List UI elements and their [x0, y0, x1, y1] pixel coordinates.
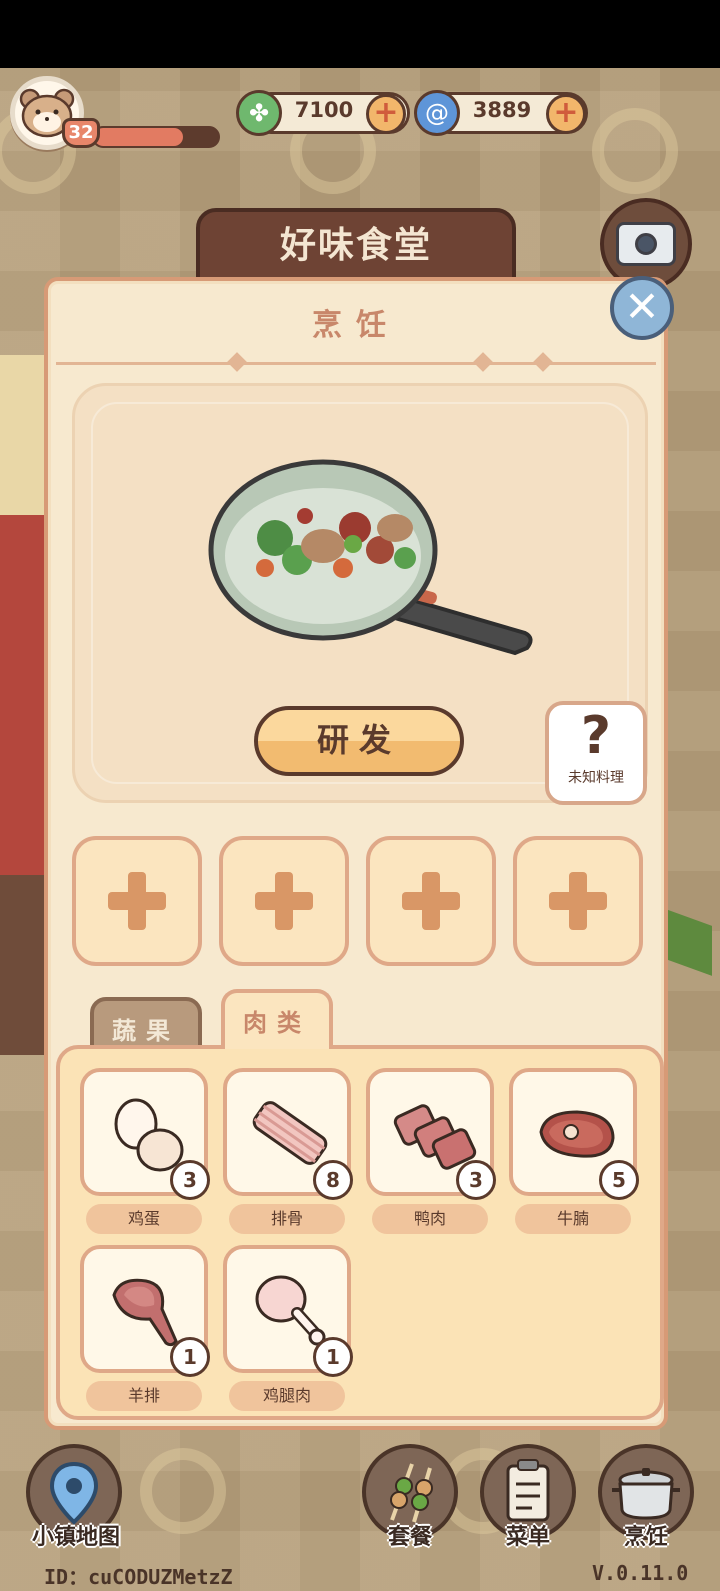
plus-icon: [108, 892, 166, 910]
ingredient-count: 8: [313, 1160, 353, 1200]
ingredient-slot-3[interactable]: [366, 836, 496, 966]
plus-icon: [402, 892, 460, 910]
sun-decoration: [140, 1448, 226, 1534]
ingredient-label: 牛腩: [515, 1204, 631, 1234]
ingredient-count: 1: [170, 1337, 210, 1377]
add-clover-button[interactable]: +: [366, 94, 406, 134]
xp-progress-fill: [94, 128, 184, 146]
ingredient-label: 排骨: [229, 1204, 345, 1234]
ingredient-label: 羊排: [86, 1381, 202, 1411]
panel-title: 烹饪: [312, 308, 400, 343]
plus-icon: [255, 892, 313, 910]
title-divider: [56, 362, 656, 365]
add-swirl-button[interactable]: +: [546, 94, 586, 134]
ingredient-label: 鸭肉: [372, 1204, 488, 1234]
version-label: V.0.11.0: [592, 1561, 689, 1585]
player-id: ID：cuCODUZMetzZ: [44, 1565, 233, 1589]
ingredient-slot-4[interactable]: [513, 836, 643, 966]
research-button[interactable]: 研发: [254, 706, 464, 776]
xp-progress-bar: [92, 126, 220, 148]
ingredient-count: 3: [456, 1160, 496, 1200]
clover-icon: ✤: [236, 90, 282, 136]
ingredient-count: 3: [170, 1160, 210, 1200]
swirl-amount: 3889: [472, 98, 532, 122]
camera-icon: [616, 222, 676, 266]
question-mark-icon: ?: [580, 706, 612, 766]
cooking-label: 烹饪: [623, 1525, 668, 1550]
clover-amount: 7100: [294, 98, 354, 122]
plus-icon: [549, 892, 607, 910]
town-map-label: 小镇地图: [31, 1525, 120, 1550]
unknown-dish-label: 未知料理: [568, 770, 624, 786]
restaurant-sign: 好味食堂: [196, 208, 516, 284]
ingredient-label: 鸡腿肉: [229, 1381, 345, 1411]
sun-decoration: [592, 108, 678, 194]
level-badge: 32: [62, 118, 100, 148]
unknown-dish-card[interactable]: ? 未知料理: [545, 701, 647, 805]
close-button[interactable]: ✕: [610, 276, 674, 340]
swirl-icon: @: [414, 90, 460, 136]
ingredient-slot-1[interactable]: [72, 836, 202, 966]
set-meal-label: 套餐: [387, 1525, 432, 1550]
ingredient-slot-2[interactable]: [219, 836, 349, 966]
stir-fry-pan-icon: [205, 458, 545, 668]
status-bar: [0, 0, 720, 68]
ingredient-count: 5: [599, 1160, 639, 1200]
tab-meat[interactable]: 肉类: [221, 989, 333, 1049]
ingredient-count: 1: [313, 1337, 353, 1377]
ingredient-label: 鸡蛋: [86, 1204, 202, 1234]
menu-label: 菜单: [505, 1525, 550, 1550]
